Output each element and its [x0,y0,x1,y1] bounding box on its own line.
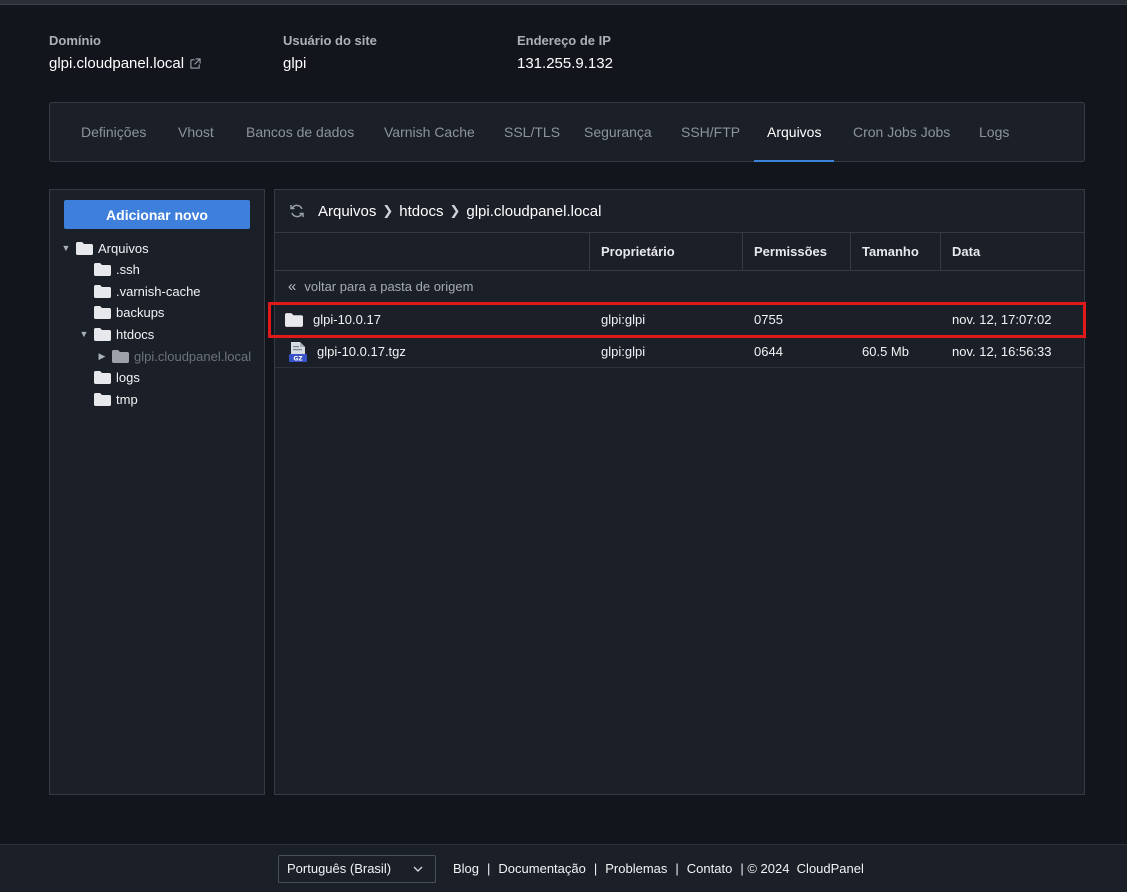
tree-item-glpi-cloudpanel-local[interactable]: ▶ glpi.cloudpanel.local [96,347,252,365]
column-size[interactable]: Tamanho [850,233,940,270]
tab-cron-jobs[interactable]: Cron Jobs Jobs [840,103,963,161]
tab-varnish-cache[interactable]: Varnish Cache [371,103,488,161]
folder-icon [94,284,111,298]
caret-right-icon[interactable]: ▶ [96,351,108,362]
ip-label: Endereço de IP [517,33,611,48]
file-owner: glpi:glpi [601,344,646,359]
file-owner: glpi:glpi [601,312,646,327]
breadcrumb-item[interactable]: htdocs [399,203,443,220]
chevron-down-icon [413,866,423,872]
tree-item-varnish-cache[interactable]: .varnish-cache [78,282,201,300]
tree-item-htdocs[interactable]: ▼ htdocs [78,325,155,343]
folder-icon [285,313,303,327]
domain-label: Domínio [49,33,101,48]
domain-info: Domínio glpi.cloudpanel.local [49,33,201,72]
chevron-right-icon: ❯ [449,203,461,218]
file-date: nov. 12, 17:07:02 [952,312,1052,327]
folder-icon [94,327,111,341]
column-permissions[interactable]: Permissões [742,233,850,270]
site-user-info: Usuário do site glpi [283,33,377,72]
file-permissions: 0755 [754,312,783,327]
file-size: 60.5 Mb [862,344,909,359]
footer-separator: | [487,861,491,876]
tab-logs[interactable]: Logs [966,103,1022,161]
file-list-panel: Arquivos ❯ htdocs ❯ glpi.cloudpanel.loca… [274,189,1085,795]
folder-icon [94,370,111,384]
tab-ssl-tls[interactable]: SSL/TLS [491,103,573,161]
tab-bancos-de-dados[interactable]: Bancos de dados [233,103,367,161]
footer-link-problemas[interactable]: Problemas [605,861,667,876]
folder-icon [94,392,111,406]
footer-separator: | [593,861,598,876]
footer-link-blog[interactable]: Blog [453,861,479,876]
tree-item-label: .ssh [116,261,140,277]
table-header: Proprietário Permissões Tamanho Data [275,232,1084,271]
caret-down-icon[interactable]: ▼ [60,243,72,253]
tree-item-logs[interactable]: logs [78,368,140,386]
tree-item-tmp[interactable]: tmp [78,390,138,408]
table-row[interactable]: glpi-10.0.17 glpi:glpi 0755 nov. 12, 17:… [275,304,1084,336]
footer-link-contato[interactable]: Contato [687,861,733,876]
breadcrumb-item[interactable]: glpi.cloudpanel.local [466,203,601,220]
domain-value[interactable]: glpi.cloudpanel.local [49,55,184,72]
footer-links: Blog | Documentação | Problemas | Contat… [453,861,864,876]
folder-icon [76,241,93,255]
ip-value: 131.255.9.132 [517,55,613,72]
tree-item-arquivos[interactable]: ▼ Arquivos [60,239,149,257]
tree-item-ssh[interactable]: .ssh [78,260,140,278]
footer-copyright: | © 2024 CloudPanel [740,861,864,876]
breadcrumb-item[interactable]: Arquivos [318,203,376,220]
tab-arquivos[interactable]: Arquivos [754,103,835,162]
site-tabs: Definições Vhost Bancos de dados Varnish… [49,102,1085,162]
site-user-label: Usuário do site [283,33,377,48]
footer-link-documentacao[interactable]: Documentação [498,861,585,876]
tree-item-backups[interactable]: backups [78,303,164,321]
tree-item-label: glpi.cloudpanel.local [134,348,252,364]
tab-vhost[interactable]: Vhost [165,103,227,161]
back-to-parent[interactable]: « voltar para a pasta de origem [288,278,473,295]
back-label: voltar para a pasta de origem [304,279,474,294]
domain-link[interactable]: glpi.cloudpanel.local [49,55,201,72]
folder-icon [94,305,111,319]
svg-text:GZ: GZ [293,356,303,363]
double-chevron-left-icon: « [288,278,297,295]
file-name[interactable]: glpi-10.0.17 [313,304,381,336]
ip-info: Endereço de IP 131.255.9.132 [517,33,613,72]
top-border [0,0,1127,5]
tree-item-label: tmp [116,391,138,407]
file-date: nov. 12, 16:56:33 [952,344,1052,359]
site-user-value: glpi [283,55,307,72]
gz-file-icon: GZ [289,342,307,362]
external-link-icon[interactable] [190,58,201,69]
footer-separator: | [675,861,679,876]
add-new-button[interactable]: Adicionar novo [64,200,250,229]
tree-item-label: Arquivos [98,240,149,256]
language-select[interactable]: Português (Brasil) [278,855,436,883]
tree-item-label: backups [116,304,165,320]
refresh-icon[interactable] [289,203,305,219]
chevron-right-icon: ❯ [382,203,394,218]
tab-seguranca[interactable]: Segurança [571,103,665,161]
folder-icon [112,349,129,363]
tab-definicoes[interactable]: Definições [68,103,159,161]
tree-item-label: htdocs [116,326,155,342]
breadcrumb: Arquivos ❯ htdocs ❯ glpi.cloudpanel.loca… [289,201,601,221]
language-value: Português (Brasil) [287,861,392,876]
file-tree-panel: Adicionar novo ▼ Arquivos .ssh .varnish-… [49,189,265,795]
footer: Português (Brasil) Blog | Documentação |… [0,844,1127,892]
file-name[interactable]: glpi-10.0.17.tgz [317,336,406,368]
file-permissions: 0644 [754,344,783,359]
tree-item-label: .varnish-cache [116,283,201,299]
caret-down-icon[interactable]: ▼ [78,329,90,339]
table-row[interactable]: GZ glpi-10.0.17.tgz glpi:glpi 0644 60.5 … [275,336,1084,368]
column-owner[interactable]: Proprietário [589,233,742,270]
column-date[interactable]: Data [940,233,1084,270]
folder-icon [94,262,111,276]
tree-item-label: logs [116,369,140,385]
tab-ssh-ftp[interactable]: SSH/FTP [668,103,753,161]
